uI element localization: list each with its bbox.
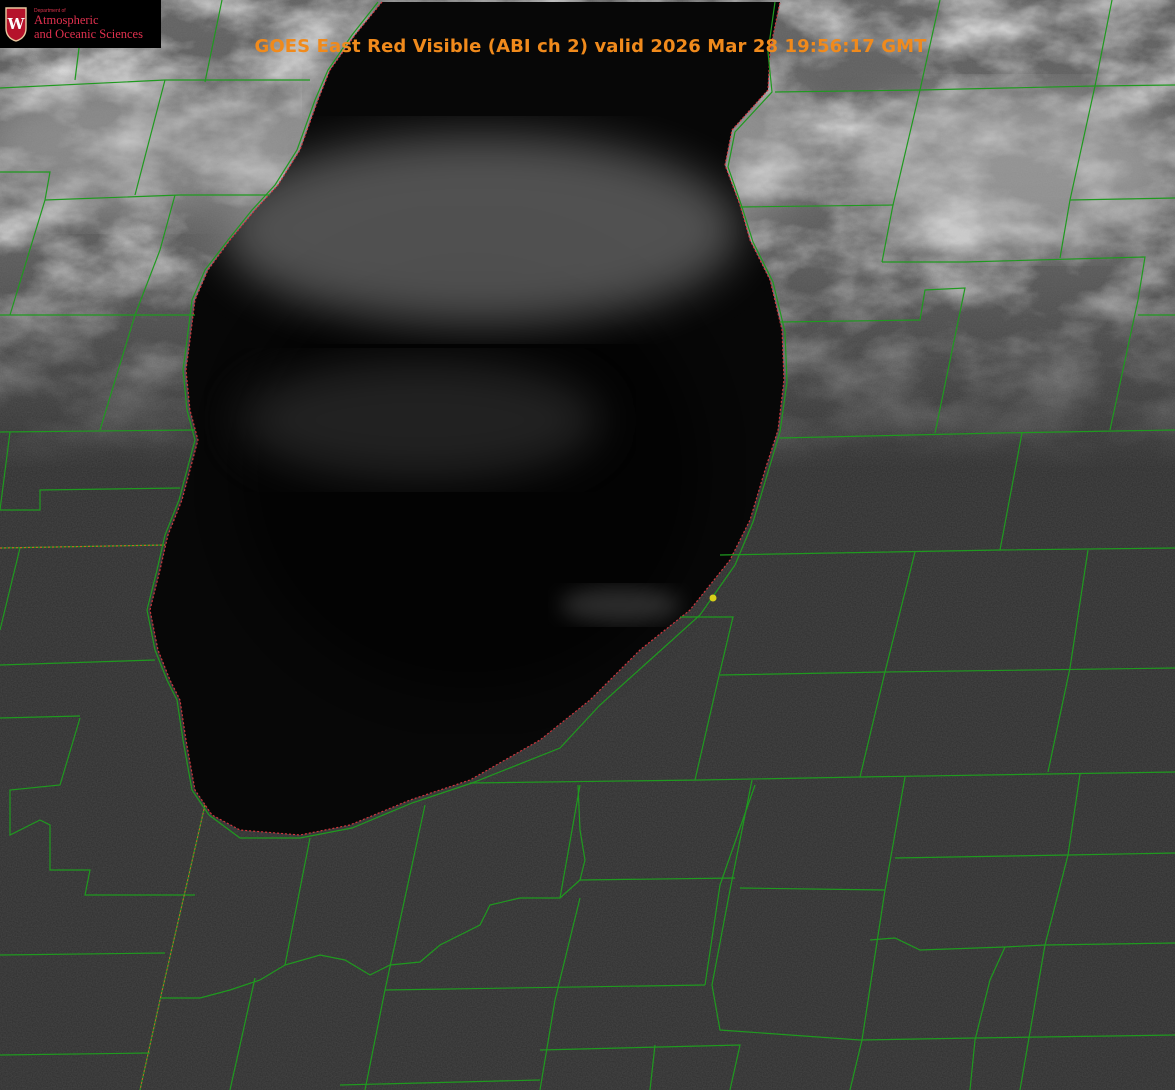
logo-line-atmospheric: Atmospheric xyxy=(34,13,99,27)
image-title: GOES East Red Visible (ABI ch 2) valid 2… xyxy=(0,36,1175,57)
location-marker xyxy=(709,594,717,602)
svg-text:W: W xyxy=(7,15,26,33)
image-title-text: GOES East Red Visible (ABI ch 2) valid 2… xyxy=(254,36,927,57)
lake-haze xyxy=(240,360,600,480)
satellite-map xyxy=(0,0,1175,1090)
lake-haze xyxy=(560,587,680,623)
cloud-over-lake xyxy=(220,135,740,325)
